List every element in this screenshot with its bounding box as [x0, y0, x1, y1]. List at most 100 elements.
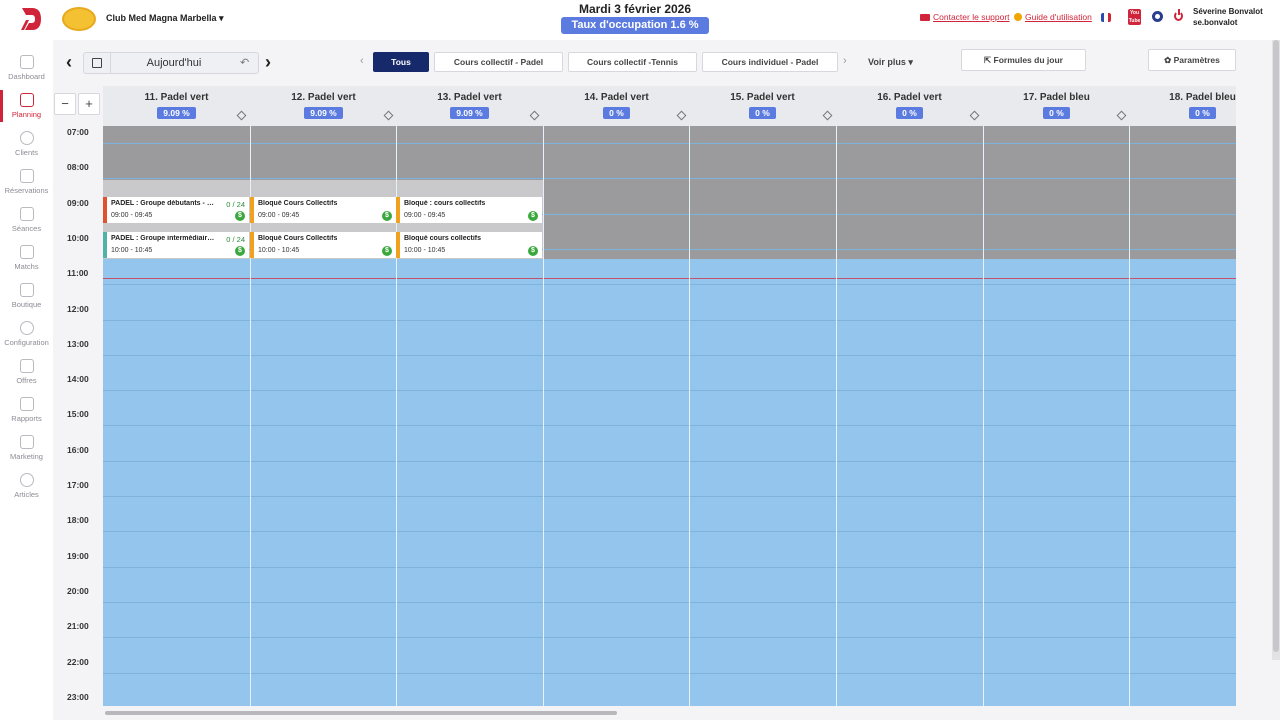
closed-slot [103, 180, 543, 197]
logout-power-icon[interactable] [1174, 9, 1183, 21]
sidebar-item-configuration[interactable]: Configuration [0, 318, 53, 356]
time-label: 08:00 [67, 162, 89, 172]
court-header: 14. Padel vert 0 % [543, 86, 690, 126]
hour-gridline [103, 355, 1236, 356]
sidebar-item-articles[interactable]: Articles [0, 470, 53, 508]
settings-gear-icon[interactable] [1152, 11, 1163, 22]
filters-scroll-left-icon[interactable]: ‹ [360, 55, 364, 67]
sort-icon[interactable] [822, 110, 833, 121]
court-header: 13. Padel vert 9.09 % [396, 86, 543, 126]
sidebar-item-rapports[interactable]: Rapports [0, 394, 53, 432]
booking-title: Bloqué : cours collectifs [404, 200, 486, 207]
sidebar-item-matchs[interactable]: Matchs [0, 242, 53, 280]
formules-du-jour-button[interactable]: ⇱ Formules du jour [961, 49, 1086, 71]
court-name: 14. Padel vert [584, 92, 649, 103]
activity-icon [19, 397, 34, 411]
sidebar-item-label: Offres [16, 376, 37, 385]
today-button[interactable]: Aujourd'hui [114, 57, 234, 69]
sort-icon[interactable] [969, 110, 980, 121]
hour-gridline [103, 637, 1236, 638]
filter-cours-collectif-tennis[interactable]: Cours collectif -Tennis [568, 52, 697, 72]
filter-cours-individuel-padel[interactable]: Cours individuel - Padel [702, 52, 838, 72]
booking-card[interactable]: Bloqué Cours Collectifs 10:00 - 10:45 $ [250, 232, 396, 258]
app-logo-icon[interactable] [20, 6, 42, 32]
booking-time: 09:00 - 09:45 [404, 212, 446, 219]
club-selector[interactable]: Club Med Magna Marbella ▾ [106, 13, 224, 24]
booking-card[interactable]: Bloqué cours collectifs 10:00 - 10:45 $ [396, 232, 542, 258]
youtube-icon[interactable]: You Tube [1128, 9, 1141, 25]
court-header: 12. Padel vert 9.09 % [250, 86, 397, 126]
court-divider [983, 126, 984, 706]
booking-title: Bloqué Cours Collectifs [258, 235, 338, 242]
vertical-scrollbar[interactable] [1272, 40, 1280, 660]
sidebar-item-label: Planning [11, 110, 42, 119]
french-flag-icon[interactable] [1101, 13, 1111, 22]
hour-gridline [103, 531, 1236, 532]
court-occupancy-badge: 9.09 % [450, 107, 489, 119]
time-label: 21:00 [67, 621, 89, 631]
filter-tous[interactable]: Tous [373, 52, 429, 72]
sidebar-item-clients[interactable]: Clients [0, 128, 53, 166]
circle-icon [19, 473, 34, 487]
planning-grid[interactable]: PADEL : Groupe débutants - C... 09:00 - 0… [103, 126, 1236, 706]
booking-card[interactable]: Bloqué : cours collectifs 09:00 - 09:45 $ [396, 197, 542, 223]
court-occupancy-badge: 0 % [749, 107, 776, 119]
payment-dollar-icon: $ [528, 246, 538, 256]
booking-card[interactable]: Bloqué Cours Collectifs 09:00 - 09:45 $ [250, 197, 396, 223]
booking-title: PADEL : Groupe intermédiaire ... [111, 235, 216, 242]
sort-icon[interactable] [383, 110, 394, 121]
booking-card[interactable]: PADEL : Groupe débutants - C... 09:00 - 0… [103, 197, 249, 223]
hour-gridline [103, 425, 1236, 426]
hour-gridline [103, 461, 1236, 462]
user-guide-link[interactable]: Guide d'utilisation [1014, 12, 1092, 22]
calendar-icon [92, 58, 102, 68]
previous-day-chevron-icon[interactable]: ‹ [66, 52, 72, 73]
sidebar-item-label: Séances [11, 224, 42, 233]
filters-scroll-right-icon[interactable]: › [843, 55, 847, 67]
sort-icon[interactable] [1116, 110, 1127, 121]
occupancy-badge: Taux d'occupation 1.6 % [561, 17, 709, 34]
court-occupancy-badge: 0 % [896, 107, 923, 119]
booking-card[interactable]: PADEL : Groupe intermédiaire ... 10:00 - … [103, 232, 249, 258]
court-occupancy-badge: 0 % [603, 107, 630, 119]
court-name: 17. Padel bleu [1023, 92, 1090, 103]
sidebar-item-label: Dashboard [8, 72, 45, 81]
sidebar-item-reservations[interactable]: Réservations [0, 166, 53, 204]
scroll-thumb[interactable] [1273, 40, 1279, 652]
sort-icon[interactable] [236, 110, 247, 121]
contact-support-link[interactable]: Contacter le support [920, 12, 1010, 22]
scroll-thumb[interactable] [105, 711, 617, 715]
sort-icon[interactable] [529, 110, 540, 121]
voir-plus-dropdown[interactable]: Voir plus ▾ [868, 57, 913, 68]
reset-date-undo-icon[interactable]: ↶ [240, 56, 249, 69]
formules-du-jour-label: Formules du jour [993, 55, 1063, 65]
parametres-button[interactable]: ✿ Paramètres [1148, 49, 1236, 71]
sidebar-item-dashboard[interactable]: Dashboard [0, 52, 53, 90]
sort-icon[interactable] [676, 110, 687, 121]
page-title-date: Mardi 3 février 2026 [578, 2, 692, 16]
date-picker[interactable]: Aujourd'hui ↶ [83, 52, 259, 74]
hour-gridline [103, 178, 1236, 179]
time-label: 17:00 [67, 480, 89, 490]
court-occupancy-badge: 0 % [1043, 107, 1070, 119]
sidebar-item-offres[interactable]: Offres [0, 356, 53, 394]
filter-cours-collectif-padel[interactable]: Cours collectif - Padel [434, 52, 563, 72]
payment-dollar-icon: $ [382, 246, 392, 256]
sidebar-item-planning[interactable]: Planning [0, 90, 53, 128]
time-label: 19:00 [67, 551, 89, 561]
contact-support-label: Contacter le support [933, 12, 1010, 22]
court-occupancy-badge: 9.09 % [304, 107, 343, 119]
sidebar-item-seances[interactable]: Séances [0, 204, 53, 242]
next-day-chevron-icon[interactable]: › [265, 52, 271, 73]
sidebar-item-label: Marketing [10, 452, 43, 461]
zoom-in-button[interactable]: + [78, 93, 100, 115]
hour-gridline [103, 284, 1236, 285]
booking-participants-count: 0 / 24 [226, 235, 245, 244]
horizontal-scrollbar[interactable] [103, 708, 1236, 716]
time-label: 22:00 [67, 657, 89, 667]
user-guide-label: Guide d'utilisation [1025, 12, 1092, 22]
time-label: 18:00 [67, 515, 89, 525]
zoom-out-button[interactable]: − [54, 93, 76, 115]
sidebar-item-marketing[interactable]: Marketing [0, 432, 53, 470]
sidebar-item-boutique[interactable]: Boutique [0, 280, 53, 318]
